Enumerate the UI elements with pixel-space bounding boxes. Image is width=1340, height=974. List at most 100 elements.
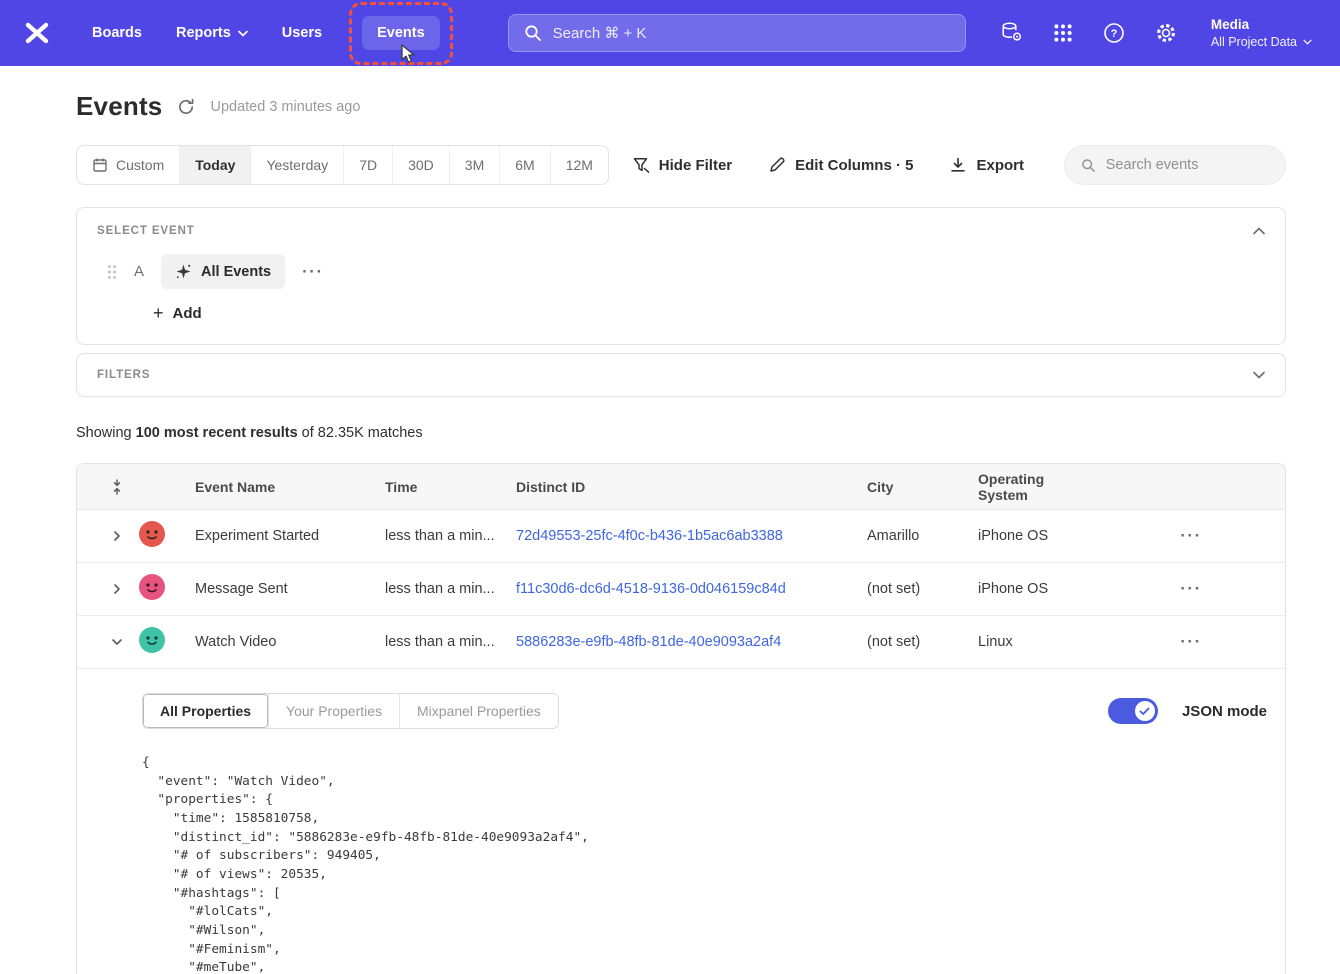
export-button[interactable]: Export — [949, 156, 1024, 174]
tab-all-properties[interactable]: All Properties — [143, 694, 268, 728]
json-mode-label: JSON mode — [1182, 703, 1267, 720]
cursor-icon — [400, 44, 417, 68]
col-event-name: Event Name — [195, 479, 385, 495]
date-custom-button[interactable]: Custom — [77, 146, 179, 184]
cell-city: (not set) — [867, 581, 978, 597]
cell-os: iPhone OS — [978, 581, 1097, 597]
col-city: City — [867, 479, 978, 495]
row-menu-button[interactable]: ··· — [1180, 632, 1201, 652]
chevron-up-icon[interactable] — [1253, 227, 1265, 235]
event-detail-panel: All Properties Your Properties Mixpanel … — [77, 669, 1285, 974]
hide-filter-button[interactable]: Hide Filter — [632, 156, 732, 174]
apps-grid-icon — [1053, 23, 1073, 43]
refresh-icon — [177, 98, 195, 116]
date-today-button[interactable]: Today — [179, 146, 250, 184]
tab-mixpanel-properties[interactable]: Mixpanel Properties — [399, 694, 558, 728]
chevron-down-icon — [238, 30, 248, 37]
row-menu-button[interactable]: ··· — [1180, 579, 1201, 599]
toggle-knob — [1135, 701, 1155, 721]
add-event-button[interactable]: + Add — [153, 304, 202, 322]
select-event-header[interactable]: SELECT EVENT — [97, 225, 1265, 237]
distinct-id-link[interactable]: 72d49553-25fc-4f0c-b436-1b5ac6ab3388 — [516, 528, 783, 544]
nav-events[interactable]: Events — [362, 16, 440, 50]
cell-event-name: Message Sent — [195, 581, 385, 597]
tab-your-properties[interactable]: Your Properties — [268, 694, 399, 728]
cell-time: less than a min... — [385, 581, 516, 597]
search-events-input[interactable] — [1106, 157, 1269, 173]
date-30d-button[interactable]: 30D — [392, 146, 449, 184]
cell-os: Linux — [978, 634, 1097, 650]
selected-event-name: All Events — [201, 264, 271, 280]
search-icon — [1081, 157, 1096, 174]
filters-card[interactable]: FILTERS — [76, 353, 1286, 397]
collapse-all-button[interactable] — [95, 479, 139, 495]
pencil-icon — [768, 156, 786, 174]
event-sparkle-icon — [175, 263, 192, 280]
chevron-down-icon — [1303, 39, 1312, 45]
cell-city: Amarillo — [867, 528, 978, 544]
plus-icon: + — [153, 304, 164, 322]
collapse-all-icon — [110, 479, 124, 495]
nav-boards[interactable]: Boards — [92, 25, 142, 41]
row-menu-button[interactable]: ··· — [1180, 526, 1201, 546]
distinct-id-link[interactable]: 5886283e-e9fb-48fb-81de-40e9093a2af4 — [516, 634, 781, 650]
gear-icon — [1155, 22, 1177, 44]
row-expand-button[interactable] — [95, 583, 139, 595]
properties-tabs: All Properties Your Properties Mixpanel … — [142, 693, 559, 729]
cell-event-name: Watch Video — [195, 634, 385, 650]
cell-event-name: Experiment Started — [195, 528, 385, 544]
toolbar: Custom Today Yesterday 7D 30D 3M 6M 12M … — [76, 145, 1286, 185]
filter-icon — [632, 156, 650, 174]
events-table: Event Name Time Distinct ID City Operati… — [76, 463, 1286, 974]
nav-reports[interactable]: Reports — [176, 25, 248, 41]
cell-os: iPhone OS — [978, 528, 1097, 544]
distinct-id-link[interactable]: f11c30d6-dc6d-4518-9136-0d046159c84d — [516, 581, 786, 597]
data-management-button[interactable] — [1000, 21, 1023, 44]
help-button[interactable]: ? — [1103, 22, 1125, 44]
event-json-view: { "event": "Watch Video", "properties": … — [142, 754, 1267, 974]
settings-button[interactable] — [1155, 22, 1177, 44]
chevron-down-icon[interactable] — [1253, 371, 1265, 379]
date-yesterday-button[interactable]: Yesterday — [250, 146, 343, 184]
row-expand-button[interactable] — [95, 530, 139, 542]
cell-time: less than a min... — [385, 528, 516, 544]
date-6m-button[interactable]: 6M — [499, 146, 549, 184]
avatar — [139, 627, 195, 657]
json-mode-toggle[interactable] — [1108, 698, 1158, 724]
col-time: Time — [385, 479, 516, 495]
table-row: Message Sent less than a min... f11c30d6… — [77, 563, 1285, 616]
date-range-group: Custom Today Yesterday 7D 30D 3M 6M 12M — [76, 145, 609, 185]
chevron-right-icon — [111, 530, 123, 542]
navbar-right: ? Media All Project Data — [1000, 16, 1312, 50]
date-3m-button[interactable]: 3M — [449, 146, 499, 184]
search-icon — [524, 24, 542, 42]
download-icon — [949, 156, 967, 174]
filters-title: FILTERS — [97, 369, 150, 381]
check-icon — [1139, 707, 1150, 716]
col-distinct-id: Distinct ID — [516, 479, 867, 495]
edit-columns-button[interactable]: Edit Columns · 5 — [768, 156, 913, 174]
nav-users[interactable]: Users — [282, 25, 322, 41]
date-7d-button[interactable]: 7D — [343, 146, 392, 184]
project-name: Media — [1211, 16, 1312, 34]
event-selector-chip[interactable]: All Events — [161, 254, 285, 289]
mixpanel-logo[interactable] — [24, 22, 50, 44]
row-collapse-button[interactable] — [95, 636, 139, 648]
global-search[interactable]: Search ⌘ + K — [508, 14, 966, 52]
calendar-icon — [92, 157, 108, 173]
date-12m-button[interactable]: 12M — [550, 146, 608, 184]
svg-text:?: ? — [1110, 28, 1117, 40]
event-options-button[interactable]: ··· — [302, 262, 323, 282]
cell-time: less than a min... — [385, 634, 516, 650]
refresh-button[interactable] — [177, 98, 195, 116]
mixpanel-logo-icon — [24, 22, 50, 44]
apps-menu-button[interactable] — [1053, 23, 1073, 43]
project-switcher[interactable]: Media All Project Data — [1211, 16, 1312, 50]
top-navbar: Boards Reports Users Events Search ⌘ + K — [0, 0, 1340, 66]
select-event-card: SELECT EVENT A All Events ··· + — [76, 207, 1286, 345]
event-row: A All Events ··· — [97, 254, 1265, 289]
drag-handle-icon[interactable] — [107, 264, 117, 280]
col-os: Operating System — [978, 471, 1097, 503]
main-content: Events Updated 3 minutes ago Custom Toda… — [0, 91, 1340, 974]
page-title: Events — [76, 91, 162, 122]
